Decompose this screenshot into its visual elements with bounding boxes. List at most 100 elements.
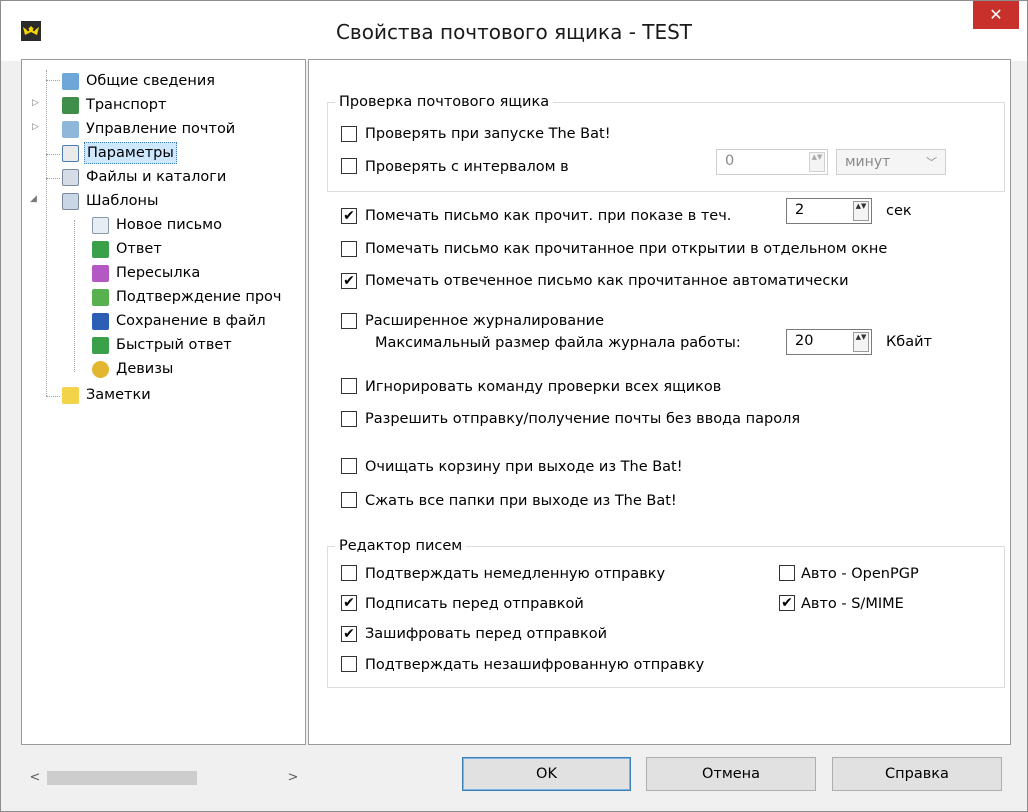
expand-mail-management-icon[interactable]: ▷ <box>32 122 39 132</box>
confirm-unencrypted-checkbox[interactable] <box>341 656 357 672</box>
ok-button[interactable]: OK <box>462 757 631 791</box>
properties-dialog: Свойства почтового ящика - TEST ✕ Общие … <box>0 0 1028 812</box>
transport-icon <box>62 97 79 114</box>
check-mailbox-title: Проверка почтового ящика <box>335 93 554 111</box>
tree-item-label: Общие сведения <box>86 73 215 89</box>
auto-openpgp-label: Авто - OpenPGP <box>801 566 919 582</box>
tree-connector <box>46 178 60 179</box>
ignore-check-all-label: Игнорировать команду проверки всех ящико… <box>365 379 722 395</box>
seconds-unit-label: сек <box>886 203 912 219</box>
tree-item-label: Параметры <box>84 142 177 164</box>
check-on-startup-label: Проверять при запуске The Bat! <box>365 126 611 142</box>
check-on-startup-checkbox[interactable] <box>341 126 357 142</box>
reply-icon <box>92 241 109 258</box>
notes-icon <box>62 387 79 404</box>
window-title: Свойства почтового ящика - TEST <box>335 20 693 44</box>
tree-item-label: Быстрый ответ <box>116 337 232 353</box>
scrollbar-thumb[interactable] <box>47 771 197 785</box>
tree-item-label: Шаблоны <box>86 193 159 209</box>
scroll-right-icon[interactable]: > <box>283 768 303 788</box>
encrypt-before-send-label: Зашифровать перед отправкой <box>365 626 608 642</box>
tree-connector <box>46 154 60 155</box>
check-mark-icon: ✔ <box>343 273 355 289</box>
auto-openpgp-checkbox[interactable] <box>779 565 795 581</box>
check-mark-icon: ✔ <box>343 595 355 611</box>
allow-no-password-checkbox[interactable] <box>341 411 357 427</box>
tree-item-label: Новое письмо <box>116 217 222 233</box>
check-interval-checkbox[interactable] <box>341 158 357 174</box>
tree-item-label: Файлы и каталоги <box>86 169 227 185</box>
compress-folders-label: Сжать все папки при выходе из The Bat! <box>365 493 677 509</box>
tree-horizontal-scrollbar[interactable]: < > <box>23 768 306 788</box>
parameters-page: Проверка почтового ящика Проверять при з… <box>308 59 1011 745</box>
max-log-size-stepper[interactable]: 20 ▲▼ <box>786 329 872 355</box>
empty-trash-checkbox[interactable] <box>341 458 357 474</box>
extended-logging-checkbox[interactable] <box>341 313 357 329</box>
chevron-down-icon: ﹀ <box>926 156 937 169</box>
spin-arrows-icon[interactable]: ▲▼ <box>853 201 869 221</box>
spin-arrows-icon[interactable]: ▲▼ <box>809 152 825 172</box>
cancel-button[interactable]: Отмена <box>646 757 816 791</box>
expand-transport-icon[interactable]: ▷ <box>32 98 39 108</box>
auto-smime-checkbox[interactable]: ✔ <box>779 595 795 611</box>
mark-read-separate-window-checkbox[interactable] <box>341 241 357 257</box>
close-icon: ✕ <box>989 5 1003 24</box>
tree-connector <box>46 396 60 397</box>
max-log-size-value: 20 <box>795 333 814 349</box>
mail-management-icon <box>62 121 79 138</box>
mark-read-separate-window-label: Помечать письмо как прочитанное при откр… <box>365 241 888 257</box>
sign-before-send-checkbox[interactable]: ✔ <box>341 595 357 611</box>
tree-item-label: Управление почтой <box>86 121 236 137</box>
mark-replied-read-checkbox[interactable]: ✔ <box>341 273 357 289</box>
kbyte-unit-label: Кбайт <box>886 334 932 350</box>
tree-item-label: Сохранение в файл <box>116 313 266 329</box>
mark-read-seconds-stepper[interactable]: 2 ▲▼ <box>786 198 872 224</box>
mark-replied-read-label: Помечать отвеченное письмо как прочитанн… <box>365 273 849 289</box>
confirm-unencrypted-label: Подтверждать незашифрованную отправку <box>365 657 705 673</box>
extended-logging-label: Расширенное журналирование <box>365 313 605 329</box>
collapse-templates-icon[interactable]: ◢ <box>30 194 37 204</box>
mark-read-on-show-label: Помечать письмо как прочит. при показе в… <box>365 208 732 224</box>
tree-item-label: Девизы <box>116 361 174 377</box>
sign-before-send-label: Подписать перед отправкой <box>365 596 584 612</box>
tree-item-label: Транспорт <box>86 97 167 113</box>
check-mark-icon: ✔ <box>343 626 355 642</box>
tree-item-label: Подтверждение проч <box>116 289 282 305</box>
help-button[interactable]: Справка <box>832 757 1002 791</box>
tree-item-label: Заметки <box>86 387 151 403</box>
read-confirmation-icon <box>92 289 109 306</box>
encrypt-before-send-checkbox[interactable]: ✔ <box>341 626 357 642</box>
check-interval-unit-select[interactable]: минут ﹀ <box>836 149 946 175</box>
mark-read-on-show-checkbox[interactable]: ✔ <box>341 208 357 224</box>
title-bar: Свойства почтового ящика - TEST ✕ <box>1 1 1027 61</box>
ignore-check-all-checkbox[interactable] <box>341 378 357 394</box>
files-folders-icon <box>62 169 79 186</box>
auto-smime-label: Авто - S/MIME <box>801 596 904 612</box>
templates-icon <box>62 193 79 210</box>
settings-tree: Общие сведения ▷ Транспорт ▷ Управление … <box>21 59 306 788</box>
editor-title: Редактор писем <box>335 537 467 555</box>
check-mailbox-group <box>327 102 1005 192</box>
empty-trash-label: Очищать корзину при выходе из The Bat! <box>365 459 683 475</box>
check-interval-stepper[interactable]: 0 ▲▼ <box>716 149 828 175</box>
general-info-icon <box>62 73 79 90</box>
forward-icon <box>92 265 109 282</box>
compress-folders-checkbox[interactable] <box>341 492 357 508</box>
check-mark-icon: ✔ <box>343 208 355 224</box>
save-to-file-icon <box>92 313 109 330</box>
tree-connector <box>46 70 47 396</box>
scroll-left-icon[interactable]: < <box>25 768 45 788</box>
check-interval-value: 0 <box>725 153 735 169</box>
close-button[interactable]: ✕ <box>973 1 1019 29</box>
allow-no-password-label: Разрешить отправку/получение почты без в… <box>365 411 801 427</box>
mottos-icon <box>92 361 109 378</box>
confirm-immediate-label: Подтверждать немедленную отправку <box>365 566 666 582</box>
tree-connector <box>74 220 75 372</box>
confirm-immediate-checkbox[interactable] <box>341 565 357 581</box>
tree-item-label: Ответ <box>116 241 162 257</box>
check-mark-icon: ✔ <box>781 595 793 611</box>
check-interval-label: Проверять с интервалом в <box>365 159 569 175</box>
check-interval-unit-value: минут <box>845 154 891 170</box>
spin-arrows-icon[interactable]: ▲▼ <box>853 332 869 352</box>
new-letter-icon <box>92 217 109 234</box>
